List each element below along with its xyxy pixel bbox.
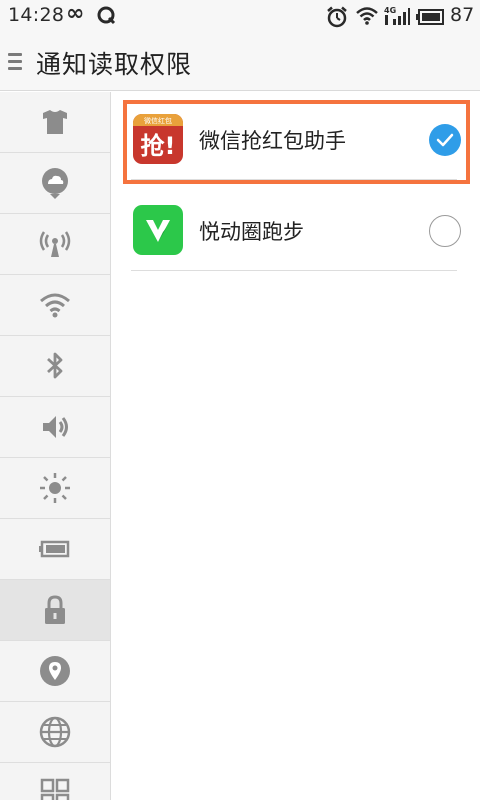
sidebar-item-bluetooth[interactable]: [0, 336, 110, 397]
sidebar-item-cloud[interactable]: [0, 153, 110, 214]
wifi-icon: [40, 293, 70, 318]
sidebar-item-display[interactable]: [0, 458, 110, 519]
bluetooth-icon: [47, 352, 63, 379]
sidebar-item-language[interactable]: [0, 702, 110, 763]
sidebar-item-wifi[interactable]: [0, 275, 110, 336]
permission-category-sidebar: [0, 92, 111, 800]
signal-icon: 4G: [384, 6, 410, 25]
sidebar-item-sound[interactable]: [0, 397, 110, 458]
menu-icon[interactable]: [8, 53, 22, 71]
sidebar-item-more[interactable]: [0, 763, 110, 800]
sidebar-item-battery[interactable]: [0, 519, 110, 580]
broadcast-icon: [39, 231, 71, 257]
volume-icon: [43, 416, 68, 438]
sidebar-item-location[interactable]: [0, 641, 110, 702]
network-type-label: 4G: [384, 6, 396, 15]
status-bar: 14:28 ∞ 4G 87: [0, 0, 480, 33]
list-item-app[interactable]: 悦动圈跑步: [131, 191, 461, 271]
enabled-checkbox[interactable]: [429, 215, 461, 247]
app-name: 悦动圈跑步: [199, 220, 304, 244]
q-app-icon: [97, 6, 116, 25]
wifi-status-icon: [356, 7, 378, 25]
sidebar-item-security[interactable]: [0, 580, 110, 641]
app-header: 通知读取权限: [0, 33, 480, 91]
battery-level: 87: [450, 4, 475, 26]
page-title: 通知读取权限: [36, 50, 193, 79]
yuedongquan-app-icon: [133, 205, 183, 255]
battery-icon: [39, 540, 70, 558]
infinity-icon: ∞: [66, 1, 85, 26]
alarm-icon: [327, 6, 347, 28]
status-time: 14:28: [8, 4, 65, 26]
sidebar-item-theme[interactable]: [0, 92, 110, 153]
globe-icon: [39, 716, 71, 748]
cloud-icon: [42, 168, 68, 199]
notification-access-list: 微信红包 抢! 微信抢红包助手 悦动圈跑步: [111, 92, 480, 800]
battery-status-icon: [416, 9, 444, 25]
grid-icon: [40, 778, 70, 800]
divider: [131, 270, 457, 271]
location-icon: [40, 656, 70, 686]
brightness-icon: [40, 473, 70, 503]
lock-icon: [45, 595, 65, 624]
tshirt-icon: [43, 110, 67, 134]
sidebar-item-hotspot[interactable]: [0, 214, 110, 275]
highlight-box: [123, 100, 470, 184]
